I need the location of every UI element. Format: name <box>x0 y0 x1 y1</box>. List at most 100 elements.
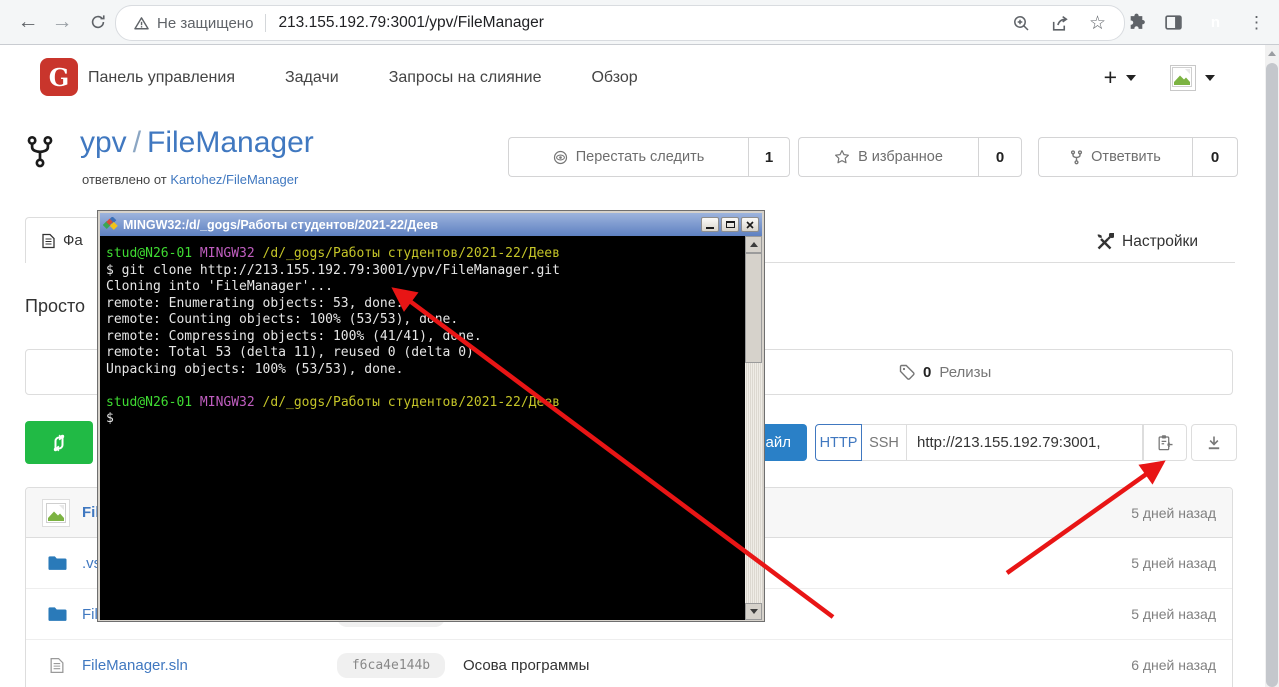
last-commit-date: 5 дней назад <box>1131 504 1216 521</box>
commit-date: 5 дней назад <box>1131 555 1216 571</box>
releases-label: Релизы <box>939 363 992 381</box>
folder-icon <box>46 606 68 622</box>
clone-url-input[interactable] <box>907 424 1143 461</box>
folder-icon <box>46 555 68 571</box>
file-name-link[interactable]: FileManager.sln <box>82 657 337 674</box>
file-icon <box>42 233 55 248</box>
unwatch-label: Перестать следить <box>575 149 705 165</box>
nav-item[interactable]: Панель управления <box>88 69 235 87</box>
terminal-titlebar[interactable]: MINGW32:/d/_gogs/Работы студентов/2021-2… <box>100 213 762 236</box>
page-scroll-thumb[interactable] <box>1266 63 1278 687</box>
repo-name-link[interactable]: FileManager <box>147 126 314 159</box>
browser-menu-icon[interactable]: ⋮ <box>1248 14 1265 31</box>
plus-icon[interactable]: + <box>1104 64 1117 91</box>
terminal-line: remote: Compressing objects: 100% (41/41… <box>106 328 482 344</box>
tag-icon <box>899 364 915 380</box>
terminal-line: remote: Total 53 (delta 11), reused 0 (d… <box>106 345 474 360</box>
commit-hash-badge[interactable]: f6ca4e144b <box>337 652 445 678</box>
repo-header: ypv / FileManager ответвлено от Kartohez/F… <box>0 110 1279 205</box>
maximize-button[interactable] <box>721 217 739 232</box>
copy-url-button[interactable] <box>1143 424 1187 461</box>
tab-settings[interactable]: Настройки <box>1095 228 1198 256</box>
bookmark-star-icon[interactable]: ☆ <box>1089 14 1106 33</box>
minimize-button[interactable] <box>701 217 719 232</box>
screen: ← → Не защищено 213.155.192.79:3001/ypv/… <box>0 0 1279 687</box>
fork-label: Ответвить <box>1091 149 1161 165</box>
table-row: FileManager.sln f6ca4e144b Осова программы… <box>26 639 1232 687</box>
terminal-line: stud@N26-01 MINGW32 /d/_gogs/Работы студ… <box>106 246 560 261</box>
git-bash-icon <box>103 217 118 230</box>
fork-button[interactable]: Ответвить <box>1038 137 1192 177</box>
fork-button-group: Ответвить 0 <box>1038 137 1238 177</box>
side-panel-icon[interactable] <box>1164 13 1183 32</box>
close-button[interactable] <box>741 217 759 232</box>
committer-avatar <box>42 498 70 527</box>
broken-avatar-icon <box>1170 64 1196 91</box>
url-text[interactable]: 213.155.192.79:3001/ypv/FileManager <box>278 14 543 32</box>
profile-avatar[interactable]: n <box>1201 8 1230 37</box>
unwatch-button-group: Перестать следить 1 <box>508 137 790 177</box>
compare-button[interactable] <box>25 421 93 464</box>
path-separator: / <box>132 126 142 159</box>
download-button[interactable] <box>1191 424 1237 461</box>
scroll-down-icon[interactable] <box>745 603 762 620</box>
address-bar[interactable]: Не защищено 213.155.192.79:3001/ypv/File… <box>115 5 1125 41</box>
fork-icon <box>25 135 55 169</box>
terminal-title: MINGW32:/d/_gogs/Работы студентов/2021-2… <box>123 217 439 232</box>
broken-image-icon <box>46 502 66 523</box>
terminal-line: stud@N26-01 MINGW32 /d/_gogs/Работы студ… <box>106 394 560 410</box>
eye-icon <box>553 150 568 165</box>
tab-files-label: Фа <box>63 232 83 249</box>
scroll-up-icon[interactable] <box>745 236 762 253</box>
extensions-icon[interactable] <box>1127 13 1146 32</box>
chevron-down-icon <box>1205 74 1215 81</box>
page-scroll-up-icon[interactable] <box>1265 45 1279 61</box>
clone-panel: файл HTTP SSH <box>687 424 1237 461</box>
forked-from: ответвлено от Kartohez/FileManager <box>82 172 298 187</box>
forked-from-link[interactable]: Kartohez/FileManager <box>170 172 298 187</box>
nav-item[interactable]: Обзор <box>591 69 637 87</box>
star-button-group: В избранное 0 <box>798 137 1022 177</box>
forward-icon[interactable]: → <box>48 8 76 36</box>
nav-item[interactable]: Задачи <box>285 69 339 87</box>
browser-toolbar: ← → Не защищено 213.155.192.79:3001/ypv/… <box>0 0 1279 45</box>
terminal-line: $ git clone http://213.155.192.79:3001/y… <box>106 262 560 278</box>
share-icon[interactable] <box>1050 14 1069 33</box>
site-security[interactable]: Не защищено <box>134 15 253 32</box>
tools-icon <box>1097 232 1114 249</box>
user-menu-dropdown[interactable] <box>1170 64 1215 91</box>
repo-title: ypv / FileManager <box>80 126 314 160</box>
tab-files[interactable]: Фа <box>25 217 100 263</box>
ssh-toggle[interactable]: SSH <box>862 424 907 461</box>
terminal-scrollbar[interactable] <box>745 236 762 620</box>
repo-owner-link[interactable]: ypv <box>80 126 127 159</box>
page-scrollbar[interactable] <box>1265 45 1279 687</box>
tab-settings-label: Настройки <box>1122 233 1199 250</box>
clipboard-copy-icon <box>1158 434 1173 450</box>
divider <box>265 14 267 32</box>
back-icon[interactable]: ← <box>14 8 42 36</box>
terminal-line: remote: Counting objects: 100% (53/53), … <box>106 312 459 327</box>
fork-count[interactable]: 0 <box>1192 137 1238 177</box>
star-count[interactable]: 0 <box>978 137 1022 177</box>
file-icon <box>46 657 68 674</box>
releases-item[interactable]: 0 Релизы <box>889 350 1001 394</box>
gogs-logo[interactable]: G <box>40 58 78 96</box>
zoom-icon[interactable] <box>1012 14 1030 32</box>
http-toggle[interactable]: HTTP <box>815 424 862 461</box>
terminal-line: $ <box>106 411 114 426</box>
unwatch-button[interactable]: Перестать следить <box>508 137 748 177</box>
terminal-scroll-thumb[interactable] <box>745 253 762 363</box>
create-new-dropdown[interactable]: + <box>1104 64 1136 91</box>
terminal-line: Unpacking objects: 100% (53/53), done. <box>106 361 404 377</box>
gogs-nav-links: Панель управления Задачи Запросы на слияни… <box>88 45 638 110</box>
star-button[interactable]: В избранное <box>798 137 978 177</box>
chevron-down-icon <box>1126 74 1136 81</box>
reload-icon[interactable] <box>84 8 112 36</box>
unwatch-count[interactable]: 1 <box>748 137 790 177</box>
nav-item[interactable]: Запросы на слияние <box>389 69 542 87</box>
star-label: В избранное <box>858 149 943 165</box>
releases-count: 0 <box>923 363 932 381</box>
terminal-output: stud@N26-01 MINGW32 /d/_gogs/Работы студ… <box>106 246 740 428</box>
